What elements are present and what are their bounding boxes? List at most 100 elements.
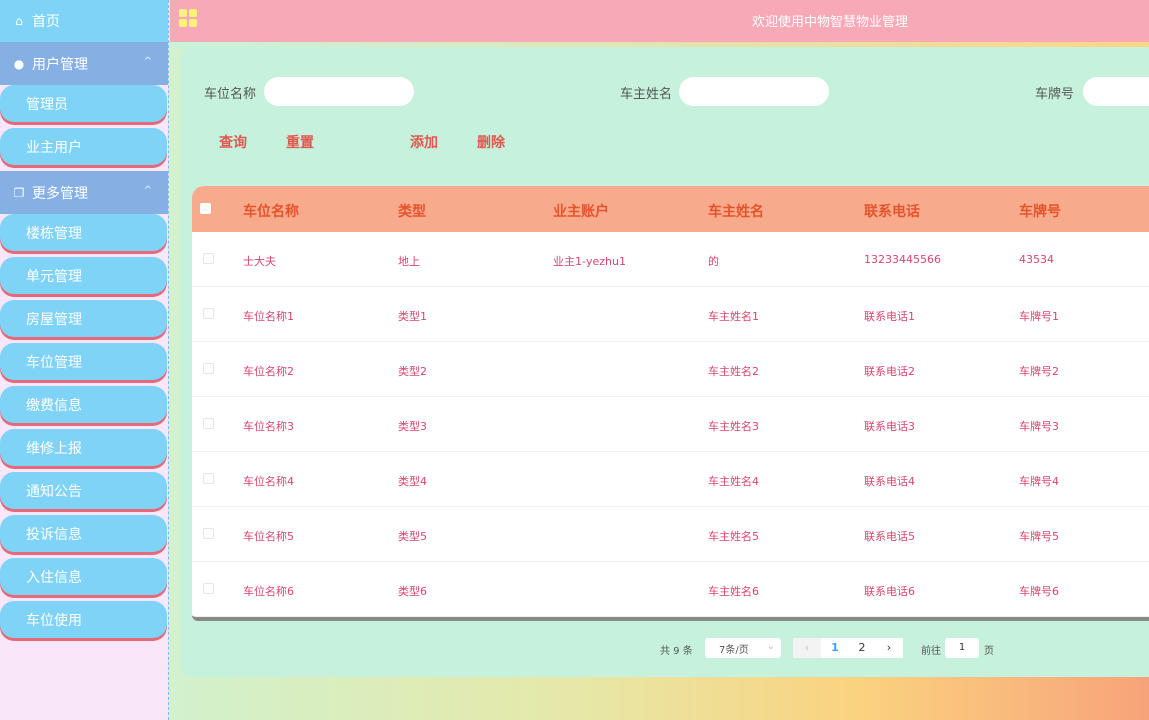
row-checkbox[interactable]: [203, 253, 214, 264]
row-checkbox[interactable]: [203, 308, 214, 319]
col-space-name[interactable]: 车位名称: [243, 201, 299, 221]
row-checkbox[interactable]: [203, 418, 214, 429]
reset-button[interactable]: 重置: [286, 132, 314, 152]
menu-group-user[interactable]: ● 用户管理 ^: [0, 42, 168, 85]
table-cell: 联系电话2: [864, 365, 915, 378]
header-title: 欢迎使用中物智慧物业管理: [752, 15, 909, 30]
table-cell: 类型3: [398, 420, 427, 433]
next-page-button[interactable]: ›: [875, 638, 903, 658]
col-phone[interactable]: 联系电话: [864, 201, 920, 221]
space-name-input[interactable]: [264, 77, 414, 106]
table-cell: 地上: [398, 255, 420, 268]
sidebar-item-7[interactable]: 投诉信息: [0, 515, 167, 552]
owner-name-input[interactable]: [679, 77, 829, 106]
table-cell: 车牌号1: [1019, 310, 1059, 323]
sidebar-item-4[interactable]: 缴费信息: [0, 386, 167, 423]
sidebar-item-1[interactable]: 单元管理: [0, 257, 167, 294]
sidebar: ⌂ 首页 ● 用户管理 ^ 管理员 业主用户 ❐ 更多管理 ^ 楼栋管理单元管理…: [0, 0, 169, 720]
menu-group-more-label: 更多管理: [32, 185, 88, 202]
page-2-button[interactable]: 2: [848, 638, 876, 658]
chevron-up-icon: ^: [143, 56, 152, 67]
sidebar-item-label: 单元管理: [26, 268, 82, 285]
row-checkbox[interactable]: [203, 583, 214, 594]
page-suffix: 页: [984, 646, 994, 657]
total-count: 共 9 条: [660, 646, 693, 657]
sidebar-item-6[interactable]: 通知公告: [0, 472, 167, 509]
sidebar-item-label: 车位管理: [26, 354, 82, 371]
goto-label: 前往: [921, 646, 941, 657]
label-plate: 车牌号: [1035, 87, 1075, 102]
menu-home-label: 首页: [32, 14, 60, 30]
row-checkbox[interactable]: [203, 473, 214, 484]
menu-group-more[interactable]: ❐ 更多管理 ^: [0, 171, 168, 214]
delete-button[interactable]: 删除: [477, 132, 505, 152]
table-header: 车位名称 类型 业主账户 车主姓名 联系电话 车牌号: [192, 186, 1149, 232]
sidebar-item-label: 投诉信息: [26, 526, 82, 543]
table-cell: 类型5: [398, 530, 427, 543]
table-cell: 车位名称1: [243, 310, 294, 323]
parking-table: 车位名称 类型 业主账户 车主姓名 联系电话 车牌号 士大夫 地上 业主1-yezh…: [192, 186, 1149, 621]
table-cell: 的: [708, 255, 719, 268]
page-1-button[interactable]: 1: [821, 638, 849, 658]
plate-input[interactable]: [1083, 77, 1149, 106]
top-header: 欢迎使用中物智慧物业管理: [170, 0, 1149, 42]
sidebar-item-label: 通知公告: [26, 483, 82, 500]
sidebar-item-label: 维修上报: [26, 440, 82, 457]
table-cell: 类型2: [398, 365, 427, 378]
label-space-name: 车位名称: [204, 87, 257, 102]
main-panel: 车位名称 车主姓名 车牌号 查询 重置 添加 删除 车位名称 类型 业主账户 车…: [180, 47, 1149, 677]
table-cell: 车位名称3: [243, 420, 294, 433]
table-row[interactable]: 车位名称2 类型2 车主姓名2 联系电话2 车牌号2: [192, 342, 1149, 397]
col-plate[interactable]: 车牌号: [1019, 201, 1061, 221]
menu-grid-icon[interactable]: [179, 9, 197, 27]
query-button[interactable]: 查询: [219, 132, 247, 152]
add-button[interactable]: 添加: [410, 132, 438, 152]
sidebar-item-label: 管理员: [26, 96, 68, 113]
table-cell: 车位名称2: [243, 365, 294, 378]
label-owner-name: 车主姓名: [620, 87, 673, 102]
table-cell: 联系电话1: [864, 310, 915, 323]
home-icon: ⌂: [15, 14, 23, 28]
table-cell: 车主姓名4: [708, 475, 759, 488]
sidebar-item-3[interactable]: 车位管理: [0, 343, 167, 380]
table-cell: 43534: [1019, 253, 1054, 266]
table-cell: 车位名称4: [243, 475, 294, 488]
table-row[interactable]: 车位名称6 类型6 车主姓名6 联系电话6 车牌号6: [192, 562, 1149, 617]
table-row[interactable]: 士大夫 地上 业主1-yezhu1 的 13233445566 43534: [192, 232, 1149, 287]
sidebar-item-owner-user[interactable]: 业主用户: [0, 128, 167, 165]
table-cell: 车主姓名5: [708, 530, 759, 543]
sidebar-item-label: 房屋管理: [26, 311, 82, 328]
col-owner-account[interactable]: 业主账户: [553, 201, 609, 221]
sidebar-item-label: 楼栋管理: [26, 225, 82, 242]
table-cell: 士大夫: [243, 255, 276, 268]
table-cell: 车牌号6: [1019, 585, 1059, 598]
col-type[interactable]: 类型: [398, 201, 426, 221]
select-all-checkbox[interactable]: [200, 203, 211, 214]
col-owner-name[interactable]: 车主姓名: [708, 201, 764, 221]
goto-page-input[interactable]: 1: [945, 638, 979, 658]
sidebar-item-9[interactable]: 车位使用: [0, 601, 167, 638]
table-cell: 13233445566: [864, 253, 941, 266]
table-cell: 车牌号2: [1019, 365, 1059, 378]
sidebar-item-admin[interactable]: 管理员: [0, 85, 167, 122]
prev-page-button[interactable]: ‹: [793, 638, 821, 658]
table-row[interactable]: 车位名称4 类型4 车主姓名4 联系电话4 车牌号4: [192, 452, 1149, 507]
sidebar-item-0[interactable]: 楼栋管理: [0, 214, 167, 251]
row-checkbox[interactable]: [203, 528, 214, 539]
table-row[interactable]: 车位名称3 类型3 车主姓名3 联系电话3 车牌号3: [192, 397, 1149, 452]
sidebar-item-8[interactable]: 入住信息: [0, 558, 167, 595]
table-row[interactable]: 车位名称1 类型1 车主姓名1 联系电话1 车牌号1: [192, 287, 1149, 342]
table-cell: 联系电话4: [864, 475, 915, 488]
row-checkbox[interactable]: [203, 363, 214, 374]
chevron-down-icon: ⌄: [766, 641, 775, 652]
table-cell: 类型1: [398, 310, 427, 323]
page-size-select[interactable]: 7条/页 ⌄: [705, 638, 781, 658]
sidebar-item-label: 入住信息: [26, 569, 82, 586]
table-cell: 车主姓名2: [708, 365, 759, 378]
table-cell: 联系电话3: [864, 420, 915, 433]
menu-home[interactable]: ⌂ 首页: [0, 0, 168, 42]
sidebar-item-5[interactable]: 维修上报: [0, 429, 167, 466]
user-icon: ●: [13, 56, 25, 71]
sidebar-item-2[interactable]: 房屋管理: [0, 300, 167, 337]
table-row[interactable]: 车位名称5 类型5 车主姓名5 联系电话5 车牌号5: [192, 507, 1149, 562]
